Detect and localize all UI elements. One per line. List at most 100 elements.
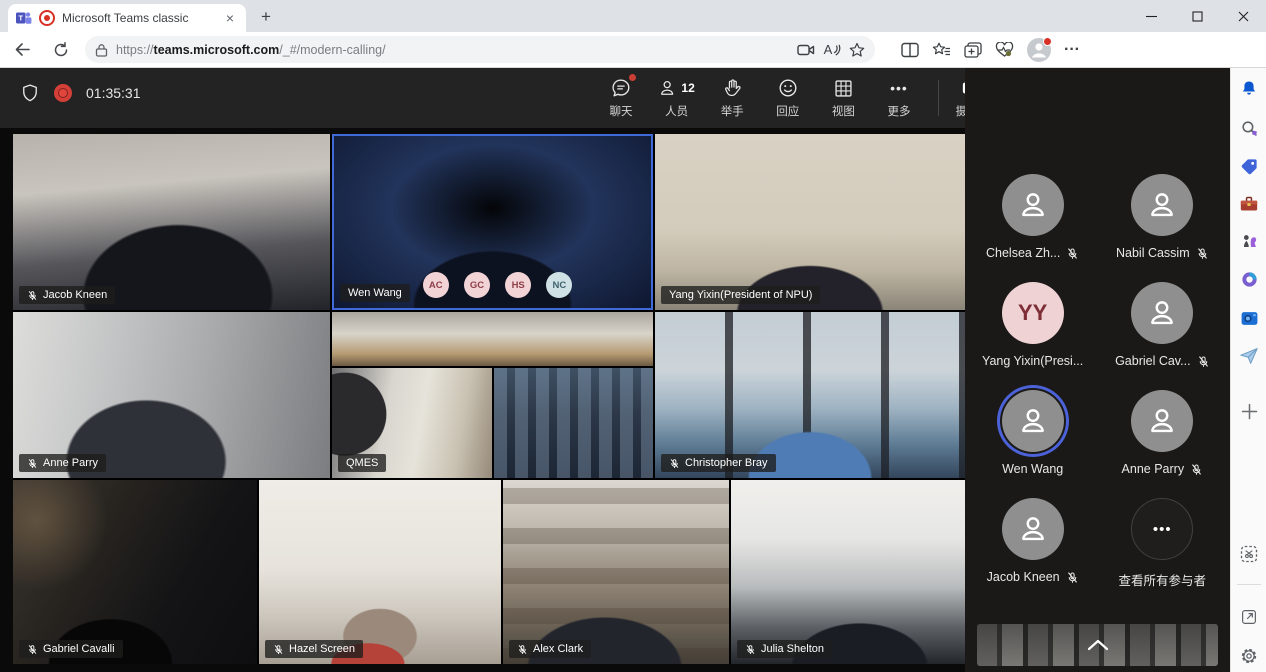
video-tile-jacob-kneen[interactable]: Jacob Kneen [13, 134, 330, 310]
tile-nameplate: Julia Shelton [737, 640, 832, 658]
react-smiley-icon [777, 77, 799, 99]
avatar-badge: NC [546, 272, 572, 298]
raise-hand-button[interactable]: 举手 [707, 76, 757, 119]
svg-text:T: T [19, 14, 24, 23]
browser-more-icon[interactable]: ··· [1064, 41, 1080, 59]
window-controls [1128, 0, 1266, 32]
muted-mic-icon [27, 644, 38, 655]
web-capture-icon[interactable] [1237, 542, 1261, 566]
notifications-bell-icon[interactable] [1237, 77, 1261, 101]
games-chess-icon[interactable] [1237, 229, 1261, 253]
participant-yang-yixin[interactable]: YY Yang Yixin(Presi... [971, 282, 1095, 368]
address-bar: https://teams.microsoft.com/_#/modern-ca… [0, 32, 1266, 68]
tile-nameplate: Hazel Screen [265, 640, 363, 658]
search-icon[interactable] [1237, 116, 1261, 140]
video-tile-hazel-screen[interactable]: Hazel Screen [259, 480, 501, 664]
teams-favicon: T [16, 10, 32, 26]
drop-paper-plane-icon[interactable] [1237, 344, 1261, 368]
url-scheme: https:// [116, 43, 154, 57]
tile-nameplate: Yang Yixin(President of NPU) [661, 286, 820, 304]
participant-nabil[interactable]: Nabil Cassim [1100, 174, 1224, 260]
muted-mic-icon [1196, 247, 1209, 260]
collapse-chevron-icon[interactable] [1087, 639, 1109, 651]
avatar-badge: HS [505, 272, 531, 298]
participant-chelsea[interactable]: Chelsea Zh... [971, 174, 1095, 260]
video-tile-julia-shelton[interactable]: Julia Shelton [731, 480, 965, 664]
avatar [1131, 174, 1193, 236]
person-icon [1145, 296, 1179, 330]
call-menu: 聊天 12 人员 举手 回应 视图 [596, 76, 924, 119]
participants-panel: Chelsea Zh... Nabil Cassim YY Yang Yixin… [965, 68, 1230, 672]
participant-wen-wang[interactable]: Wen Wang [971, 390, 1095, 476]
people-button[interactable]: 12 人员 [652, 76, 702, 119]
add-sidebar-item-icon[interactable] [1237, 399, 1261, 423]
tab-media-camera-icon[interactable] [797, 43, 815, 57]
collections-star-icon[interactable] [932, 42, 951, 58]
avatar-badge: GC [464, 272, 490, 298]
person-icon [1145, 404, 1179, 438]
more-dots-icon: ••• [890, 76, 908, 100]
video-tile-yang-yixin[interactable]: Yang Yixin(President of NPU) [655, 134, 965, 310]
meeting-timer: 01:35:31 [86, 85, 141, 101]
video-tile-qmes-room[interactable]: QMES [332, 368, 492, 478]
person-icon [1145, 188, 1179, 222]
chat-badge [629, 74, 636, 81]
participant-anne[interactable]: Anne Parry [1100, 390, 1224, 476]
video-tile-alex-clark[interactable]: Alex Clark [503, 480, 729, 664]
back-icon[interactable] [14, 41, 31, 58]
browser-essentials-icon[interactable] [995, 42, 1014, 58]
view-button[interactable]: 视图 [818, 76, 868, 119]
maximize-button[interactable] [1174, 0, 1220, 32]
avatar-initials: YY [1002, 282, 1064, 344]
video-tile-videowall-room[interactable] [494, 368, 653, 478]
close-window-button[interactable] [1220, 0, 1266, 32]
profile-avatar[interactable] [1027, 38, 1051, 62]
participant-gabriel[interactable]: Gabriel Cav... [1100, 282, 1224, 368]
ring-app-icon[interactable] [1237, 267, 1261, 291]
video-tile-anne-parry[interactable]: Anne Parry [13, 312, 330, 478]
read-aloud-icon[interactable]: A [823, 42, 841, 57]
more-actions-button[interactable]: ••• 更多 [874, 76, 924, 119]
minimize-button[interactable] [1128, 0, 1174, 32]
chat-icon [610, 77, 632, 99]
tab-groups-icon[interactable] [964, 42, 982, 58]
tab-bar: T Microsoft Teams classic × + [0, 0, 1266, 32]
split-screen-icon[interactable] [901, 42, 919, 58]
sidebar-settings-gear-icon[interactable] [1237, 644, 1261, 668]
react-button[interactable]: 回应 [763, 76, 813, 119]
view-all-participants-button[interactable]: ••• 查看所有参与者 [1100, 498, 1224, 589]
more-participants-icon: ••• [1131, 498, 1193, 560]
url-path: /_#/modern-calling/ [279, 43, 385, 57]
tile-nameplate: Gabriel Cavalli [19, 640, 123, 658]
people-icon [658, 77, 678, 99]
self-video-thumbnail[interactable] [977, 624, 1218, 666]
shopping-tag-icon[interactable] [1237, 154, 1261, 178]
raise-hand-icon [722, 77, 743, 99]
video-tile-christopher-bray[interactable]: Christopher Bray [655, 312, 965, 478]
tile-nameplate: QMES [338, 454, 386, 472]
refresh-icon[interactable] [53, 42, 69, 58]
chat-button[interactable]: 聊天 [596, 76, 646, 119]
new-tab-button[interactable]: + [254, 6, 278, 28]
favorites-star-icon[interactable] [849, 42, 865, 58]
tile-nameplate: Alex Clark [509, 640, 591, 658]
muted-mic-icon [1066, 571, 1079, 584]
person-icon [1016, 404, 1050, 438]
sidebar-divider [1237, 584, 1261, 585]
video-tile-wen-wang[interactable]: AC GC HS NC Wen Wang [332, 134, 653, 310]
video-tile-gabriel-cavalli[interactable]: Gabriel Cavalli [13, 480, 257, 664]
url-field[interactable]: https://teams.microsoft.com/_#/modern-ca… [85, 36, 875, 63]
tab-close-icon[interactable]: × [222, 9, 238, 27]
video-tile-panorama-room[interactable] [332, 312, 653, 366]
open-in-browser-icon[interactable] [1237, 605, 1261, 629]
tools-toolbox-icon[interactable] [1237, 192, 1261, 216]
avatar-speaking [1002, 390, 1064, 452]
tile-nameplate: Wen Wang [340, 284, 410, 302]
edge-sidebar [1230, 68, 1266, 672]
people-count: 12 [681, 81, 694, 95]
participant-jacob[interactable]: Jacob Kneen [971, 498, 1095, 589]
camera-app-icon[interactable] [1237, 306, 1261, 330]
muted-mic-icon [1190, 463, 1203, 476]
view-grid-icon [833, 78, 854, 99]
tab-microsoft-teams[interactable]: T Microsoft Teams classic × [8, 4, 246, 32]
